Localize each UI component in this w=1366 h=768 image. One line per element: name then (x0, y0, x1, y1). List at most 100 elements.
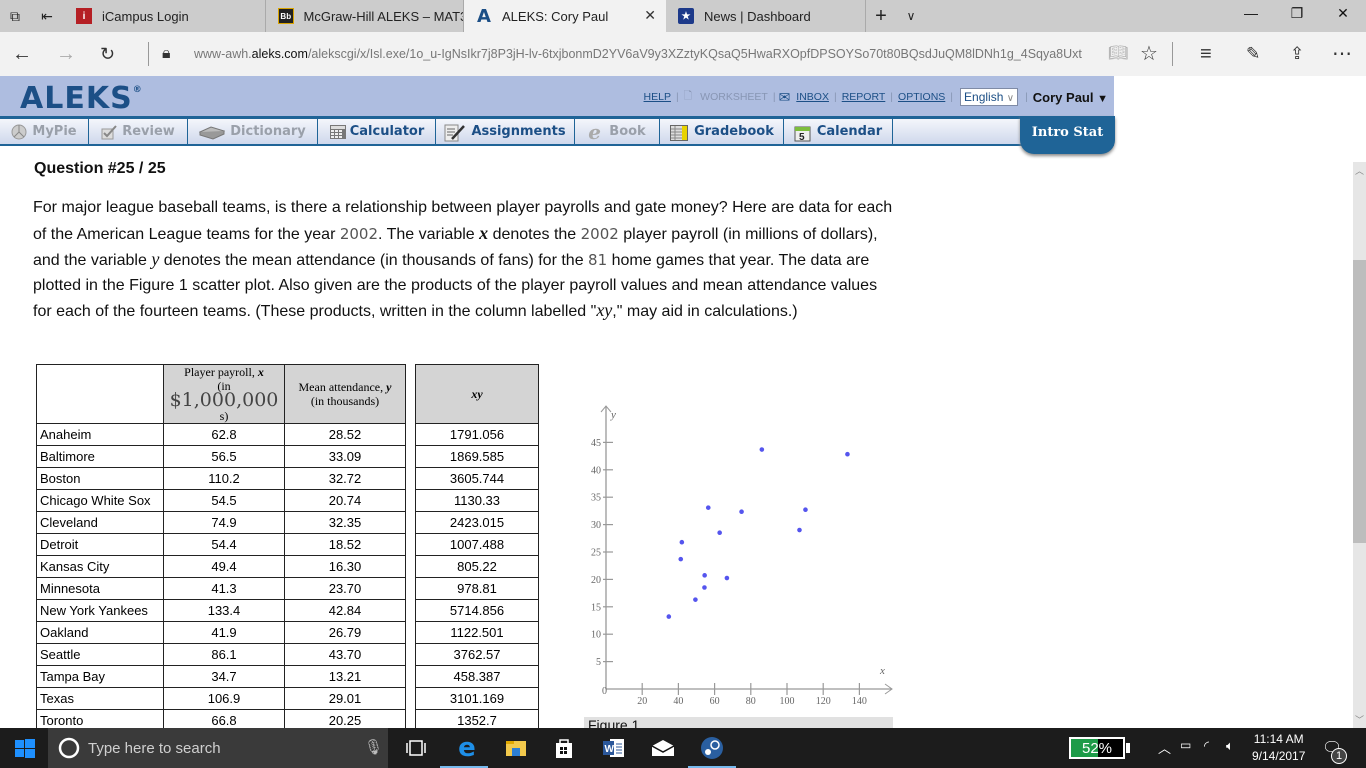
nav-calculator[interactable]: Calculator (318, 119, 436, 144)
show-hidden-icons-chevron[interactable]: ︿ (1158, 738, 1171, 757)
data-point (845, 451, 850, 457)
team-cell: Chicago White Sox (36, 489, 164, 512)
product-cell: 1122.501 (415, 621, 539, 644)
product-cell: 1130.33 (415, 489, 539, 512)
tab-icampus[interactable]: i iCampus Login (64, 0, 266, 32)
minimize-icon[interactable]: — (1228, 5, 1274, 27)
table-row: Detroit 54.4 18.52 (36, 533, 406, 556)
data-point (724, 575, 730, 581)
table-row: New York Yankees 133.4 42.84 (36, 599, 406, 622)
scroll-down-icon[interactable]: ﹀ (1353, 713, 1366, 726)
steam-icon[interactable] (699, 736, 725, 760)
cortana-icon (58, 737, 80, 759)
tab-mcgraw-hill[interactable]: Bb McGraw-Hill ALEKS – MAT3 (266, 0, 464, 32)
scroll-up-icon[interactable]: ︿ (1353, 164, 1366, 177)
nav-gradebook[interactable]: Gradebook (660, 119, 784, 144)
table-row: 1130.33 (415, 489, 539, 512)
payroll-cell: 110.2 (163, 467, 285, 490)
close-tab-icon[interactable]: ✕ (644, 7, 656, 24)
aleks-header: ALEKS® HELP | 🗋 WORKSHEET | ✉ INBOX | RE… (0, 76, 1114, 116)
language-select[interactable]: English ∨ (960, 88, 1019, 106)
y-tick-label: 30 (591, 520, 601, 531)
table-row: 1869.585 (415, 445, 539, 468)
attendance-header: Mean attendance, y (in thousands) (284, 364, 406, 424)
question-title: Question #25 / 25 (34, 160, 166, 177)
scrollbar-thumb[interactable] (1353, 260, 1366, 543)
volume-icon[interactable]: 🔈︎ (1226, 738, 1234, 754)
data-point (679, 539, 685, 545)
origin-label: 0 (602, 686, 607, 697)
help-link[interactable]: HELP (644, 91, 671, 103)
worksheet-link[interactable]: WORKSHEET (700, 91, 768, 103)
more-icon[interactable]: ⋯ (1332, 43, 1352, 65)
edge-browser-icon[interactable]: e (454, 735, 480, 761)
refresh-icon[interactable]: ↻ (100, 43, 115, 65)
battery-tray-icon[interactable]: ▭ (1180, 738, 1191, 752)
new-tab-icon[interactable]: + (872, 6, 890, 26)
mail-icon[interactable] (650, 736, 676, 760)
microphone-icon[interactable]: 🎙︎ (364, 738, 383, 756)
store-icon[interactable] (551, 736, 577, 760)
share-icon[interactable]: ⇪ (1290, 43, 1304, 65)
nav-assignments[interactable]: Assignments (436, 119, 575, 144)
report-link[interactable]: REPORT (842, 91, 886, 103)
product-cell: 5714.856 (415, 599, 539, 622)
tab-news-dashboard[interactable]: ★ News | Dashboard (666, 0, 866, 32)
course-tab-intro-stat[interactable]: Intro Stat (1020, 116, 1115, 154)
back-icon[interactable]: ← (12, 43, 32, 65)
payroll-cell: 54.4 (163, 533, 285, 556)
close-window-icon[interactable]: ✕ (1320, 5, 1366, 27)
product-cell: 1791.056 (415, 423, 539, 446)
table-row: Baltimore 56.5 33.09 (36, 445, 406, 468)
forward-icon[interactable]: → (56, 43, 76, 65)
inbox-link[interactable]: INBOX (796, 91, 829, 103)
attendance-cell: 32.72 (284, 467, 406, 490)
attendance-cell: 23.70 (284, 577, 406, 600)
team-cell: Anaheim (36, 423, 164, 446)
payroll-cell: 62.8 (163, 423, 285, 446)
tab-list-chevron-icon[interactable]: ∨ (902, 7, 920, 25)
options-link[interactable]: OPTIONS (898, 91, 945, 103)
book-icon (198, 124, 226, 140)
file-explorer-icon[interactable] (503, 736, 529, 760)
table-row: 458.387 (415, 665, 539, 688)
nav-dictionary[interactable]: Dictionary (188, 119, 318, 144)
y-tick-label: 5 (596, 657, 601, 668)
icampus-icon: i (76, 8, 92, 24)
set-aside-tabs-icon[interactable]: ⇤ (38, 7, 56, 25)
word-icon[interactable]: W (601, 736, 627, 760)
x-tick-label: 40 (673, 696, 683, 707)
reading-view-icon[interactable]: 📖︎ (1108, 43, 1128, 65)
windows-start-icon[interactable] (12, 737, 38, 761)
nav-book[interactable]: e Book (575, 119, 660, 144)
data-point (739, 509, 744, 515)
tab-preview-icon[interactable]: ⧉ (6, 7, 24, 25)
payroll-cell: 54.5 (163, 489, 285, 512)
table-row: 1122.501 (415, 621, 539, 644)
web-note-icon[interactable]: ✎ (1246, 43, 1260, 65)
blackboard-icon: Bb (278, 8, 294, 24)
nav-mypie[interactable]: MyPie (0, 119, 89, 144)
wifi-icon[interactable]: ◜ (1204, 738, 1209, 754)
favorite-star-icon[interactable]: ☆ (1140, 43, 1158, 65)
hub-icon[interactable]: ≡ (1200, 43, 1212, 65)
table-row: Seattle 86.1 43.70 (36, 643, 406, 666)
product-cell: 1007.488 (415, 533, 539, 556)
assignment-icon (444, 124, 466, 141)
task-view-icon[interactable] (403, 736, 429, 760)
restore-icon[interactable]: ❐ (1274, 5, 1320, 27)
payroll-cell: 56.5 (163, 445, 285, 468)
system-clock[interactable]: 11:14 AM 9/14/2017 (1252, 731, 1305, 765)
attendance-cell: 42.84 (284, 599, 406, 622)
nav-review[interactable]: Review (89, 119, 188, 144)
battery-indicator[interactable]: 52% (1069, 737, 1125, 759)
user-menu[interactable]: Cory Paul ▼ (1033, 90, 1108, 105)
scatter-plot: x y 0 20 40 60 80 100 120 140 5 10 15 20 25 30 35 40 45 (591, 405, 893, 707)
product-cell: 3101.169 (415, 687, 539, 710)
data-point (705, 505, 711, 510)
taskbar-search-box[interactable]: Type here to search 🎙︎ (48, 728, 388, 768)
tab-aleks-active[interactable]: A ALEKS: Cory Paul ✕ (464, 0, 666, 32)
nav-calendar[interactable]: 5 Calendar (784, 119, 893, 144)
url-field[interactable]: www-awh.aleks.com/alekscgi/x/Isl.exe/1o_… (194, 47, 1094, 61)
page-scrollbar[interactable]: ︿ ﹀ (1353, 162, 1366, 728)
